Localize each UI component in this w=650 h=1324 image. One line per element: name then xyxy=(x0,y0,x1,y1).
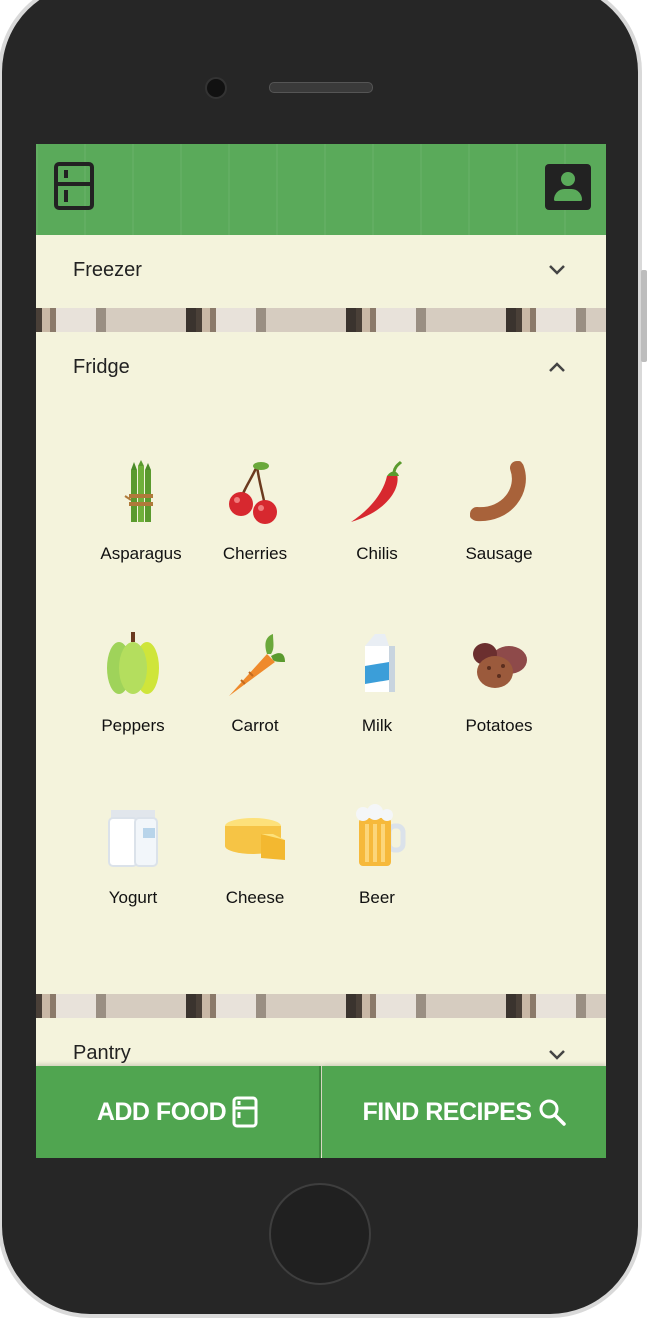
add-food-label: ADD FOOD xyxy=(96,1097,227,1126)
beer-icon xyxy=(356,804,406,866)
food-label: Milk xyxy=(361,716,393,735)
fridge-icon[interactable] xyxy=(54,162,94,210)
cheese-icon xyxy=(225,818,285,860)
earpiece-speaker xyxy=(269,82,373,93)
food-label: Cheese xyxy=(225,888,285,907)
chevron-down-icon[interactable] xyxy=(548,261,566,279)
food-label: Sausage xyxy=(465,544,533,563)
milk-icon xyxy=(365,634,395,692)
fridge-icon xyxy=(232,1096,258,1128)
carrot-icon xyxy=(229,634,285,696)
chevron-up-icon[interactable] xyxy=(548,358,566,376)
food-item-carrot[interactable]: Carrot xyxy=(194,632,316,736)
section-title-fridge: Fridge xyxy=(73,356,130,378)
food-item-yogurt[interactable]: Yogurt xyxy=(72,804,194,908)
food-item-cherries[interactable]: Cherries xyxy=(194,460,316,564)
section-fridge: Fridge Asparagus Cherries Chilis Sausage… xyxy=(36,332,606,994)
food-item-milk[interactable]: Milk xyxy=(316,632,438,736)
chevron-down-icon[interactable] xyxy=(548,1046,566,1064)
food-label: Cherries xyxy=(222,544,288,563)
search-icon xyxy=(539,1099,566,1126)
food-item-asparagus[interactable]: Asparagus xyxy=(80,460,202,564)
section-freezer[interactable]: Freezer xyxy=(36,235,606,308)
top-bar xyxy=(36,144,606,235)
yogurt-icon xyxy=(108,810,158,867)
chili-icon xyxy=(351,460,403,522)
section-title-pantry: Pantry xyxy=(73,1042,131,1064)
profile-icon[interactable] xyxy=(545,164,591,210)
sausage-icon xyxy=(470,461,526,522)
section-header-freezer[interactable]: Freezer xyxy=(36,235,606,307)
food-label: Chilis xyxy=(356,544,398,563)
food-label: Beer xyxy=(359,888,395,907)
cherries-icon xyxy=(229,462,277,524)
food-item-beer[interactable]: Beer xyxy=(316,804,438,908)
phone-side-button xyxy=(641,270,647,362)
food-label: Potatoes xyxy=(465,716,533,735)
food-label: Yogurt xyxy=(108,888,158,907)
front-camera xyxy=(205,77,227,99)
find-recipes-button[interactable]: FIND RECIPES xyxy=(322,1066,606,1158)
food-label: Carrot xyxy=(231,716,279,735)
peppers-icon xyxy=(107,632,159,694)
food-item-cheese[interactable]: Cheese xyxy=(194,804,316,908)
kitchen-image-strip xyxy=(36,994,606,1018)
food-label: Asparagus xyxy=(100,544,182,563)
add-food-button[interactable]: ADD FOOD xyxy=(36,1066,321,1158)
food-item-peppers[interactable]: Peppers xyxy=(72,632,194,736)
home-button[interactable] xyxy=(269,1183,371,1285)
kitchen-image-strip xyxy=(36,308,606,332)
asparagus-icon xyxy=(124,460,153,522)
app-screen: Freezer Fridge Asparagus Cherries Chilis… xyxy=(36,144,606,1158)
food-item-potatoes[interactable]: Potatoes xyxy=(438,632,560,736)
section-header-fridge[interactable]: Fridge xyxy=(36,332,606,404)
section-title-freezer: Freezer xyxy=(73,259,142,281)
food-label: Peppers xyxy=(101,716,165,735)
food-item-chilis[interactable]: Chilis xyxy=(316,460,438,564)
potatoes-icon xyxy=(473,643,527,688)
food-item-sausage[interactable]: Sausage xyxy=(438,460,560,564)
find-recipes-label: FIND RECIPES xyxy=(362,1097,532,1126)
